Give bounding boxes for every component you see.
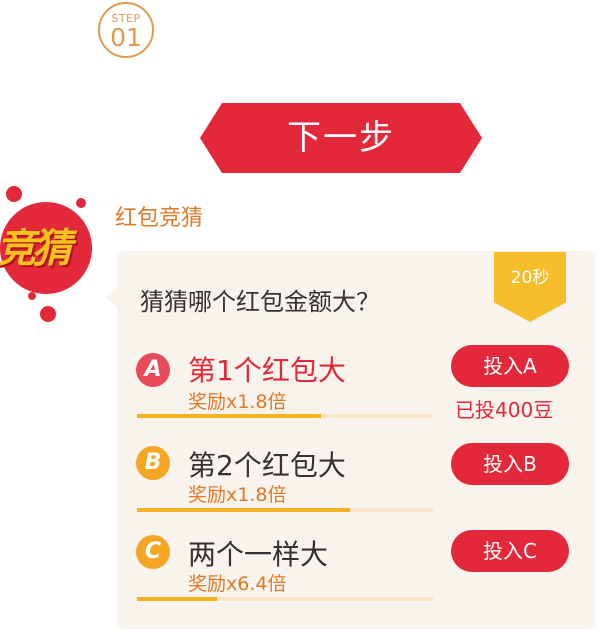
invest-b-button[interactable]: 投入B <box>451 443 569 485</box>
option-c-progress-fill <box>137 597 217 601</box>
next-step-button[interactable]: 下一步 <box>200 103 482 173</box>
option-b-title: 第2个红包大 <box>188 449 346 482</box>
step-indicator: STEP 01 <box>98 2 154 58</box>
option-c-progress <box>137 597 433 601</box>
section-title: 红包竞猜 <box>115 206 204 231</box>
option-b-reward: 奖励x1.8倍 <box>188 484 287 506</box>
option-a-title: 第1个红包大 <box>188 354 346 387</box>
decor-dot <box>6 186 22 202</box>
invest-a-button[interactable]: 投入A <box>451 345 569 387</box>
option-c-title: 两个一样大 <box>188 538 329 571</box>
guess-badge: 竞猜 <box>0 186 100 326</box>
option-c-reward: 奖励x6.4倍 <box>188 573 287 595</box>
decor-dot <box>76 198 86 208</box>
option-a-progress-fill <box>137 414 321 418</box>
option-b-progress <box>137 508 433 512</box>
option-b-icon: B <box>136 446 170 480</box>
option-a-icon: A <box>136 353 170 387</box>
decor-dot <box>28 292 36 300</box>
question-text: 猜猜哪个红包金额大？ <box>140 288 380 316</box>
decor-dot <box>40 306 56 322</box>
option-a-reward: 奖励x1.8倍 <box>188 391 287 413</box>
option-b-progress-fill <box>137 508 351 512</box>
option-c-icon: C <box>136 535 170 569</box>
card-pointer <box>105 287 117 307</box>
step-number: 01 <box>110 23 142 52</box>
invest-c-button[interactable]: 投入C <box>451 530 569 572</box>
badge-text: 竞猜 <box>0 226 72 272</box>
invested-amount: 已投400豆 <box>455 398 554 422</box>
option-a-progress <box>137 414 433 418</box>
